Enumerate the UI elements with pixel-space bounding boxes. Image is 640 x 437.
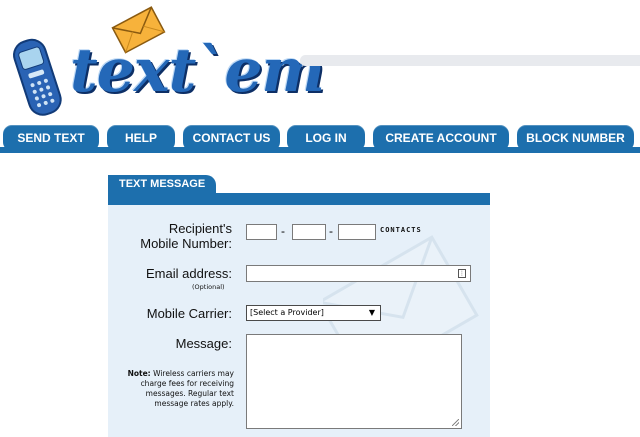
nav-help-button[interactable]: HELP: [107, 125, 175, 151]
recipient-label-line2: Mobile Number:: [140, 236, 232, 251]
nav-create-account-button[interactable]: CREATE ACCOUNT: [373, 125, 509, 151]
site-logo[interactable]: text`em: [0, 0, 325, 122]
text-message-form: Recipient's Mobile Number: - - CONTACTS …: [108, 205, 490, 437]
phone-prefix-input[interactable]: [292, 224, 326, 240]
nav-block-number-button[interactable]: BLOCK NUMBER: [517, 125, 634, 151]
nav-log-in-button[interactable]: LOG IN: [287, 125, 365, 151]
carrier-label: Mobile Carrier:: [146, 306, 232, 321]
nav-contact-us-button[interactable]: CONTACT US: [183, 125, 280, 151]
email-field-icon: ⋮: [458, 269, 466, 278]
email-label: Email address:: [146, 266, 232, 281]
email-optional-note: (Optional): [192, 283, 225, 291]
phone-line-number-input[interactable]: [338, 224, 376, 240]
main-nav: SEND TEXT HELP CONTACT US LOG IN CREATE …: [0, 125, 640, 151]
form-header-bar: [108, 193, 490, 205]
contacts-link[interactable]: CONTACTS: [380, 226, 422, 234]
carrier-select-value: [Select a Provider]: [250, 308, 324, 317]
nav-send-text-button[interactable]: SEND TEXT: [3, 125, 99, 151]
form-tab-title: TEXT MESSAGE: [108, 175, 216, 194]
header-decor-bar: [300, 55, 640, 66]
phone-separator-1: -: [281, 224, 285, 238]
carrier-select[interactable]: [Select a Provider] ▼: [246, 305, 381, 321]
note-bold-label: Note:: [127, 369, 151, 378]
phone-separator-2: -: [329, 224, 333, 238]
dropdown-arrow-icon: ▼: [368, 308, 375, 317]
brand-wordmark: text`em: [70, 36, 325, 106]
note-text: Wireless carriers may charge fees for re…: [140, 369, 234, 408]
email-field[interactable]: ⋮: [246, 265, 471, 282]
message-textarea[interactable]: [246, 334, 462, 429]
recipient-label-line1: Recipient's: [168, 221, 232, 236]
phone-area-code-input[interactable]: [246, 224, 277, 240]
phone-icon: [13, 38, 62, 116]
carrier-fees-note: Note: Wireless carriers may charge fees …: [120, 369, 234, 409]
message-label: Message:: [175, 336, 232, 351]
resize-handle-icon[interactable]: [452, 419, 459, 426]
